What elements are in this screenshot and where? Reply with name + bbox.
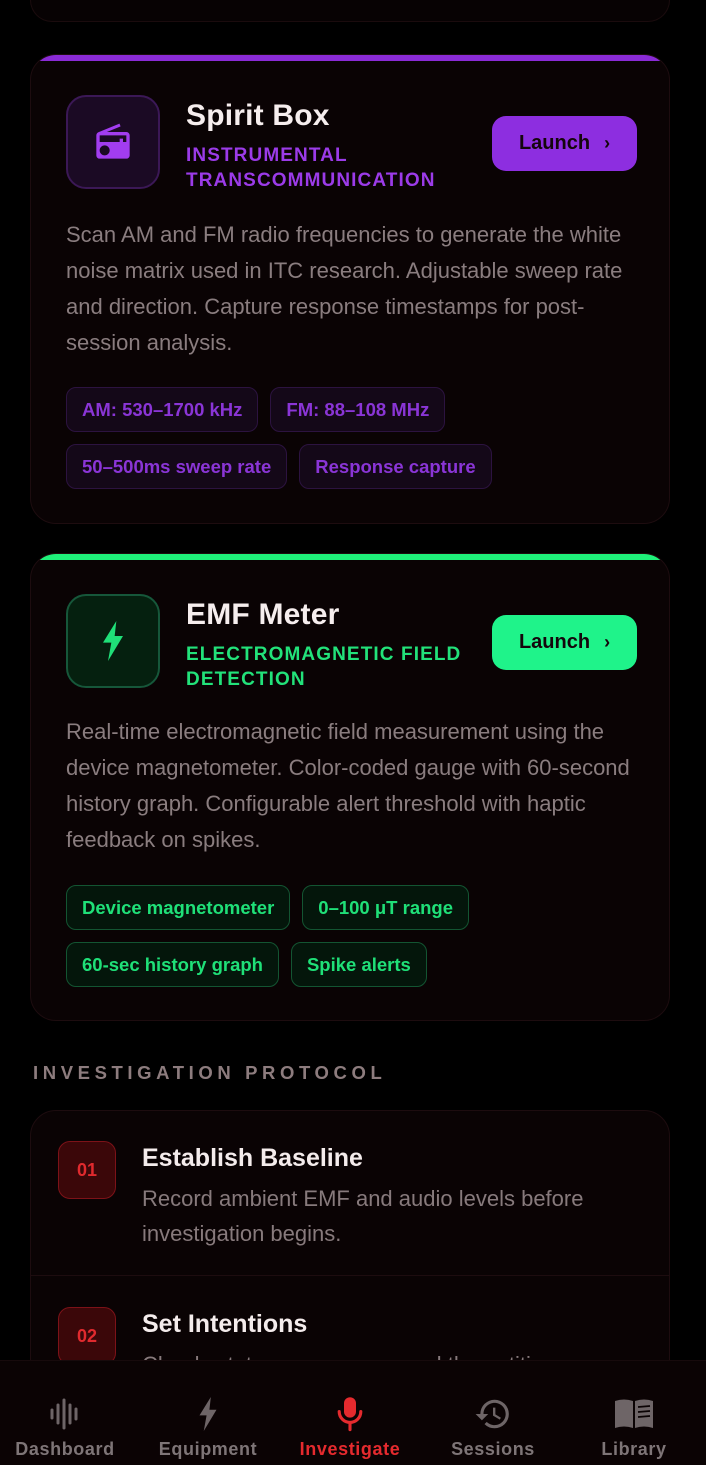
spec-tag: Response capture	[299, 444, 492, 489]
card-title: EMF Meter	[186, 598, 340, 631]
step-title: Establish Baseline	[142, 1144, 363, 1172]
waveform-icon	[48, 1394, 82, 1434]
step-title: Set Intentions	[142, 1310, 308, 1338]
tab-dashboard[interactable]: Dashboard	[0, 1361, 130, 1465]
card-title: Spirit Box	[186, 99, 330, 132]
protocol-step[interactable]: 01 Establish Baseline Record ambient EMF…	[31, 1111, 669, 1276]
launch-label: Launch	[518, 132, 591, 154]
chevron-right-icon: ›	[604, 632, 611, 652]
spec-tags: Device magnetometer 0–100 μT range 60-se…	[66, 885, 646, 987]
spec-tag: AM: 530–1700 kHz	[66, 387, 259, 432]
history-icon	[474, 1394, 512, 1434]
step-description: Record ambient EMF and audio levels befo…	[142, 1186, 584, 1246]
radio-icon	[66, 95, 160, 189]
book-icon	[613, 1394, 655, 1434]
tab-label: Equipment	[158, 1439, 258, 1459]
card-subtitle: INSTRUMENTAL TRANSCOMMUNICATION	[186, 145, 436, 191]
card-accent-bar	[31, 55, 669, 61]
tab-sessions[interactable]: Sessions	[428, 1361, 558, 1465]
tab-label: Sessions	[451, 1439, 535, 1459]
spec-tag: Device magnetometer	[66, 885, 291, 930]
spec-tag: FM: 88–108 MHz	[270, 387, 446, 432]
card-description: Scan AM and FM radio frequencies to gene…	[66, 222, 623, 355]
emf-meter-launch-button[interactable]: Launch ›	[492, 615, 637, 670]
lightning-bolt-icon	[66, 594, 160, 688]
tab-investigate[interactable]: Investigate	[285, 1361, 415, 1465]
launch-label: Launch	[518, 631, 591, 653]
tab-library[interactable]: Library	[569, 1361, 699, 1465]
emf-meter-card: EMF Meter ELECTROMAGNETIC FIELD DETECTIO…	[30, 553, 670, 1021]
tab-equipment[interactable]: Equipment	[143, 1361, 273, 1465]
chevron-right-icon: ›	[604, 133, 611, 153]
previous-card-edge	[30, 0, 670, 22]
tab-label: Library	[601, 1439, 667, 1459]
spec-tag: 60-sec history graph	[66, 942, 279, 987]
spec-tags: AM: 530–1700 kHz FM: 88–108 MHz 50–500ms…	[66, 387, 646, 489]
spirit-box-card: Spirit Box INSTRUMENTAL TRANSCOMMUNICATI…	[30, 54, 670, 524]
spec-tag: 50–500ms sweep rate	[66, 444, 288, 489]
section-heading: INVESTIGATION PROTOCOL	[33, 1062, 387, 1083]
bottom-tab-bar: Dashboard Equipment Investigate Sessions…	[0, 1360, 706, 1465]
step-number-badge: 01	[58, 1141, 116, 1199]
app-screen: Spirit Box INSTRUMENTAL TRANSCOMMUNICATI…	[0, 0, 706, 1465]
card-description: Real-time electromagnetic field measurem…	[66, 719, 630, 852]
spec-tag: 0–100 μT range	[302, 885, 470, 930]
microphone-icon	[335, 1394, 365, 1434]
step-number-badge: 02	[58, 1307, 116, 1365]
spec-tag: Spike alerts	[290, 942, 427, 987]
spirit-box-launch-button[interactable]: Launch ›	[492, 116, 637, 171]
lightning-bolt-icon	[197, 1394, 219, 1434]
card-subtitle: ELECTROMAGNETIC FIELD DETECTION	[186, 644, 462, 690]
tab-label: Investigate	[299, 1439, 401, 1459]
card-accent-bar	[31, 554, 669, 560]
tab-label: Dashboard	[15, 1439, 115, 1459]
